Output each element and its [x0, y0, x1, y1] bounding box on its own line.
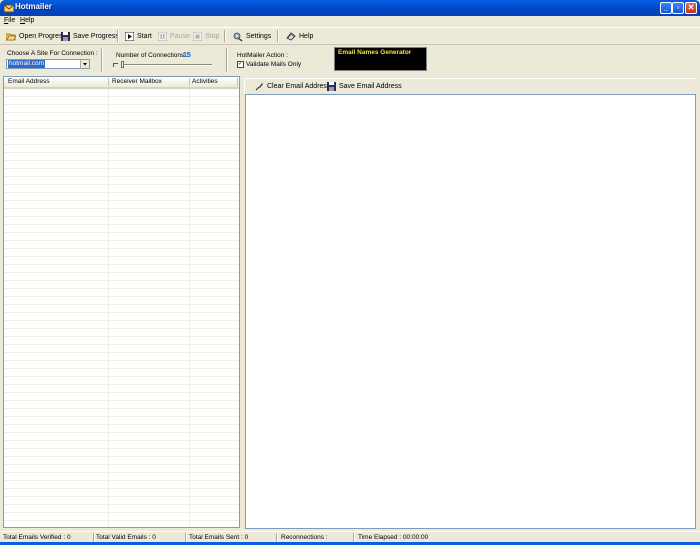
email-list[interactable]: Email Address Receiver Mailbox Activitie… [3, 76, 240, 528]
slider-thumb[interactable] [121, 61, 124, 68]
generator-label: Email Names Generator [338, 49, 412, 56]
eraser-icon [255, 83, 263, 91]
app-icon [4, 4, 14, 13]
options-separator [226, 48, 228, 72]
email-address-textarea[interactable] [245, 94, 696, 529]
validate-label: Validate Mails Only [246, 61, 302, 68]
site-select[interactable]: hotmail.com [6, 59, 90, 69]
options-separator [101, 48, 103, 72]
clear-email-label: Clear Email Address [267, 83, 331, 90]
status-separator [185, 533, 187, 542]
site-select-value: hotmail.com [8, 60, 46, 68]
list-grid [4, 89, 239, 527]
status-separator [276, 533, 278, 542]
slider-tick-mark [113, 63, 118, 67]
close-icon[interactable]: ✕ [685, 2, 697, 14]
start-button[interactable]: Start [125, 31, 152, 42]
stop-label: Stop [205, 33, 220, 40]
status-separator [353, 533, 355, 542]
title-bar[interactable]: Hotmailer _ ▫ ✕ [0, 0, 700, 16]
column-header-email[interactable]: Email Address [8, 78, 50, 85]
menu-help[interactable]: Help [20, 17, 34, 24]
clear-email-button[interactable]: Clear Email Address [255, 81, 330, 92]
toolbar-separator [277, 30, 279, 42]
action-label: HotMailer Action : [237, 52, 288, 59]
menu-bar: File Help [0, 16, 700, 27]
stop-button[interactable]: Stop [193, 31, 219, 42]
open-progress-button[interactable]: Open Progress [6, 31, 66, 42]
list-header: Email Address Receiver Mailbox Activitie… [4, 77, 239, 89]
settings-label: Settings [246, 33, 272, 40]
column-divider[interactable] [237, 78, 238, 86]
pause-icon [158, 32, 167, 41]
help-button[interactable]: Help [286, 31, 313, 42]
column-header-activities[interactable]: Activities [192, 78, 218, 85]
pause-label: Pause [170, 33, 190, 40]
chevron-down-icon[interactable] [80, 60, 89, 68]
status-sent: Total Emails Sent : 0 [189, 534, 249, 541]
save-progress-label: Save Progress [73, 33, 119, 40]
status-separator [93, 533, 95, 542]
column-header-mailbox[interactable]: Receiver Mailbox [112, 78, 162, 85]
status-valid: Total Valid Emails : 0 [96, 534, 156, 541]
connections-label: Number of Connections : [116, 52, 188, 59]
column-divider[interactable] [108, 78, 109, 86]
right-toolbar: Clear Email Address Save Email Address [244, 78, 697, 94]
settings-icon [233, 32, 243, 42]
toolbar-separator [224, 30, 226, 42]
help-label: Help [299, 33, 314, 40]
minimize-icon[interactable]: _ [660, 2, 672, 14]
save-email-button[interactable]: Save Email Address [327, 81, 402, 92]
folder-open-icon [6, 33, 16, 41]
validate-checkbox[interactable]: ✓ [237, 61, 244, 68]
help-book-icon [286, 32, 296, 41]
grid-column-line [189, 89, 190, 527]
window-title: Hotmailer [15, 2, 52, 11]
grid-column-line [108, 89, 109, 527]
status-verified: Total Emails Verified : 0 [3, 534, 71, 541]
save-email-label: Save Email Address [339, 83, 402, 90]
play-icon [125, 32, 134, 41]
column-divider[interactable] [189, 78, 190, 86]
toolbar-separator [117, 30, 119, 42]
start-label: Start [137, 33, 152, 40]
site-label: Choose A Site For Connection : [7, 50, 98, 57]
pause-button[interactable]: Pause [158, 31, 190, 42]
main-toolbar: Open Progress Save Progress Start Pause … [0, 27, 700, 45]
settings-button[interactable]: Settings [233, 31, 271, 42]
connections-value: 15 [183, 52, 191, 59]
floppy-disk-icon [327, 82, 336, 91]
maximize-icon[interactable]: ▫ [672, 2, 684, 14]
save-progress-button[interactable]: Save Progress [61, 31, 119, 42]
panel-splitter[interactable] [241, 76, 244, 528]
status-reconnections: Reconnections : [281, 534, 328, 541]
connections-slider[interactable] [124, 64, 212, 66]
menu-file[interactable]: File [4, 17, 15, 24]
email-names-generator[interactable]: Email Names Generator [334, 47, 427, 71]
status-elapsed: Time Elapsed : 00:00:00 [358, 534, 429, 541]
stop-icon [193, 32, 202, 41]
floppy-disk-icon [61, 32, 70, 41]
open-progress-label: Open Progress [19, 33, 67, 40]
